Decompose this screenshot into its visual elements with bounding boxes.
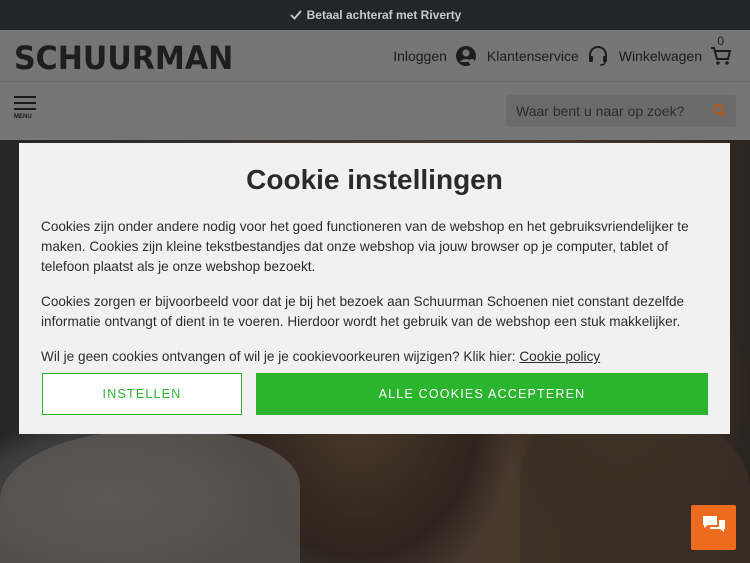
cookie-paragraph-2: Cookies zorgen er bijvoorbeeld voor dat …	[41, 294, 685, 329]
user-icon	[455, 45, 477, 67]
menu-label: MENU	[14, 114, 32, 120]
site-header: SCHUURMAN Inloggen Klantenservice Winkel…	[0, 30, 750, 82]
promo-topbar: Betaal achteraf met Riverty	[0, 0, 750, 30]
chat-button[interactable]	[691, 505, 736, 550]
cookie-buttons: INSTELLEN ALLE COOKIES ACCEPTEREN	[42, 373, 708, 415]
site-logo[interactable]: SCHUURMAN	[14, 39, 233, 77]
search-input[interactable]	[516, 103, 706, 119]
cart-label: Winkelwagen	[618, 48, 702, 64]
cookie-settings-button[interactable]: INSTELLEN	[42, 373, 242, 415]
hero-shoe-shape	[0, 430, 300, 563]
customer-service-label: Klantenservice	[486, 48, 579, 64]
search-box	[506, 95, 736, 127]
cart-icon	[710, 45, 732, 67]
check-icon	[289, 8, 303, 22]
hamburger-icon-bar	[14, 108, 36, 110]
login-label: Inloggen	[393, 48, 447, 64]
cookie-modal-title: Cookie instellingen	[246, 164, 503, 195]
cookie-question-text: Wil je geen cookies ontvangen of wil je …	[41, 349, 516, 364]
header-nav: Inloggen Klantenservice Winkelwagen	[383, 30, 732, 82]
cookie-paragraph-3: Wil je geen cookies ontvangen of wil je …	[41, 347, 708, 367]
cart-count-badge: 0	[717, 34, 724, 48]
menu-button[interactable]: MENU	[14, 96, 36, 120]
accept-all-cookies-button[interactable]: ALLE COOKIES ACCEPTEREN	[256, 373, 708, 415]
promo-text: Betaal achteraf met Riverty	[306, 8, 462, 22]
cookie-policy-link[interactable]: Cookie policy	[519, 349, 600, 364]
chat-icon	[701, 514, 727, 541]
hamburger-icon-bar	[14, 102, 36, 104]
login-link[interactable]: Inloggen	[393, 45, 477, 67]
cookie-paragraph-1: Cookies zijn onder andere nodig voor het…	[41, 219, 689, 274]
search-icon[interactable]	[712, 103, 728, 119]
sub-header: MENU	[0, 82, 750, 140]
hamburger-icon	[14, 96, 36, 98]
customer-service-link[interactable]: Klantenservice	[487, 45, 609, 67]
headset-icon	[587, 45, 609, 67]
cart-link[interactable]: Winkelwagen	[619, 45, 732, 67]
